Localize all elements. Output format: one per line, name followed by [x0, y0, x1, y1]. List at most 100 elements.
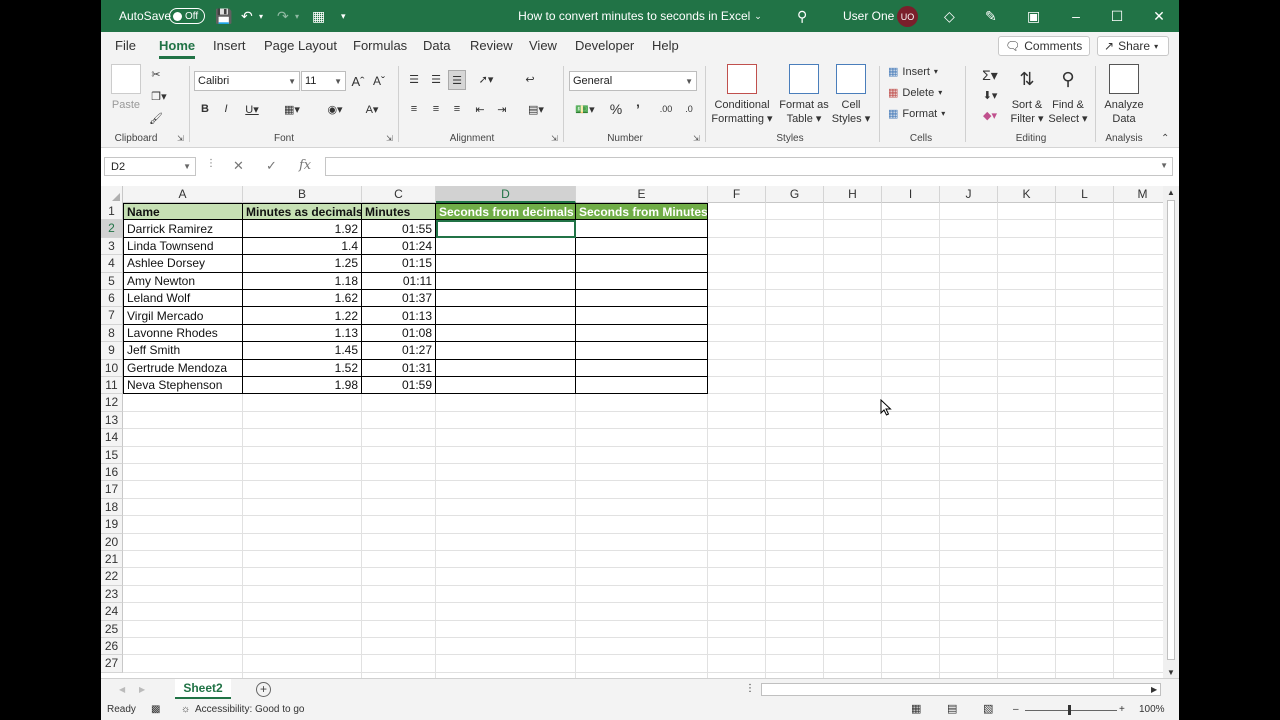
cell-c8[interactable]: 01:08	[362, 324, 436, 343]
row-header-7[interactable]: 7	[101, 307, 123, 325]
redo-icon[interactable]: ↷	[277, 0, 289, 32]
bold-icon[interactable]: B	[198, 100, 212, 118]
cell-e5[interactable]	[576, 272, 708, 290]
cell-c11[interactable]: 01:59	[362, 377, 436, 395]
cell-d6[interactable]	[436, 290, 576, 308]
cell-d1[interactable]: Seconds from decimals	[436, 203, 576, 221]
column-header-k[interactable]: K	[998, 186, 1056, 203]
cell-styles-button[interactable]: Cell Styles ▾	[828, 64, 874, 126]
comma-style-icon[interactable]: ’	[631, 100, 645, 118]
row-header-9[interactable]: 9	[101, 342, 123, 360]
row-header-26[interactable]: 26	[101, 638, 123, 656]
column-header-h[interactable]: H	[824, 186, 882, 203]
row-header-15[interactable]: 15	[101, 446, 123, 464]
cut-icon[interactable]: ✂	[149, 66, 163, 82]
customize-qat-icon[interactable]: ▾	[341, 0, 346, 32]
enter-icon[interactable]: ✓	[266, 158, 277, 174]
dialog-launcher-icon[interactable]: ⇲	[386, 134, 393, 143]
tab-data[interactable]: Data	[423, 38, 450, 53]
page-layout-view-icon[interactable]: ▤	[947, 702, 957, 715]
next-sheet-icon[interactable]: ▶	[139, 685, 145, 694]
zoom-slider-thumb[interactable]	[1068, 705, 1071, 715]
tab-developer[interactable]: Developer	[575, 38, 634, 53]
formula-input[interactable]: ▼	[325, 157, 1173, 176]
cell-d10[interactable]	[436, 359, 576, 377]
decrease-indent-icon[interactable]: ⇤	[472, 100, 488, 118]
worksheet-grid[interactable]: ABCDEFGHIJKLM 1 2 3 4 5 6 7 8 9 10 11 12 13 14 15 16 17 1…	[101, 186, 1163, 678]
insert-function-icon[interactable]: fx	[299, 158, 311, 173]
decrease-decimal-icon[interactable]: .0	[679, 100, 699, 118]
column-header-d[interactable]: D	[436, 186, 576, 203]
autosave-toggle[interactable]: Off	[169, 8, 205, 24]
maximize-icon[interactable]: ☐	[1097, 0, 1137, 32]
cell-b11[interactable]: 1.98	[243, 377, 362, 395]
cell-a1[interactable]: Name	[123, 203, 243, 221]
row-header-18[interactable]: 18	[101, 498, 123, 517]
cell-b9[interactable]: 1.45	[243, 342, 362, 360]
cell-b7[interactable]: 1.22	[243, 307, 362, 325]
cell-c10[interactable]: 01:31	[362, 359, 436, 377]
row-header-11[interactable]: 11	[101, 377, 123, 395]
underline-icon[interactable]: U▾	[240, 100, 264, 118]
column-header-e[interactable]: E	[576, 186, 708, 203]
column-header-m[interactable]: M	[1114, 186, 1163, 203]
cell-a11[interactable]: Neva Stephenson	[123, 377, 243, 395]
row-header-17[interactable]: 17	[101, 481, 123, 499]
insert-cells-button[interactable]: ▦ Insert ▾	[888, 65, 938, 79]
dialog-launcher-icon[interactable]: ⇲	[693, 134, 700, 143]
cell-a5[interactable]: Amy Newton	[123, 272, 243, 290]
accessibility-icon[interactable]: ☼	[181, 704, 190, 715]
undo-dropdown-icon[interactable]: ▾	[259, 0, 263, 32]
cell-d2[interactable]	[436, 220, 576, 238]
align-left-icon[interactable]: ≡	[406, 100, 422, 118]
row-header-1[interactable]: 1	[101, 203, 123, 221]
cell-b2[interactable]: 1.92	[243, 220, 362, 238]
format-cells-button[interactable]: ▦ Format ▾	[888, 107, 945, 121]
undo-icon[interactable]: ↶	[241, 0, 253, 32]
row-header-20[interactable]: 20	[101, 533, 123, 551]
tab-insert[interactable]: Insert	[213, 38, 246, 53]
add-sheet-icon[interactable]: +	[256, 682, 271, 697]
row-header-10[interactable]: 10	[101, 359, 123, 377]
tab-file[interactable]: File	[115, 38, 136, 53]
number-format-select[interactable]: General ▼	[569, 71, 697, 91]
column-header-c[interactable]: C	[362, 186, 436, 203]
cell-a7[interactable]: Virgil Mercado	[123, 307, 243, 325]
macro-record-icon[interactable]: ▩	[151, 704, 160, 715]
cell-e10[interactable]	[576, 359, 708, 377]
row-header-3[interactable]: 3	[101, 237, 123, 256]
row-header-16[interactable]: 16	[101, 464, 123, 482]
cell-c5[interactable]: 01:11	[362, 272, 436, 290]
pen-icon[interactable]: ✎	[985, 0, 997, 32]
row-header-21[interactable]: 21	[101, 551, 123, 569]
fill-color-icon[interactable]: ◉▾	[322, 100, 348, 118]
form-icon[interactable]: ▦	[312, 0, 325, 32]
row-header-27[interactable]: 27	[101, 655, 123, 673]
save-icon[interactable]: 💾	[215, 0, 232, 32]
orientation-icon[interactable]: ➚▾	[473, 70, 499, 88]
page-break-view-icon[interactable]: ▧	[983, 702, 993, 715]
cell-a8[interactable]: Lavonne Rhodes	[123, 324, 243, 343]
tab-view[interactable]: View	[529, 38, 557, 53]
cell-d8[interactable]	[436, 324, 576, 343]
tab-review[interactable]: Review	[470, 38, 513, 53]
cell-a9[interactable]: Jeff Smith	[123, 342, 243, 360]
merge-center-icon[interactable]: ▤▾	[522, 100, 550, 118]
search-icon[interactable]: ⚲	[797, 0, 807, 32]
close-icon[interactable]: ✕	[1139, 0, 1179, 32]
cell-d7[interactable]	[436, 307, 576, 325]
paste-button[interactable]: Paste	[111, 64, 141, 112]
font-color-icon[interactable]: A▾	[359, 100, 385, 118]
cell-a3[interactable]: Linda Townsend	[123, 237, 243, 256]
column-header-f[interactable]: F	[708, 186, 766, 203]
align-center-icon[interactable]: ≡	[428, 100, 444, 118]
row-header-5[interactable]: 5	[101, 272, 123, 290]
cell-c4[interactable]: 01:15	[362, 255, 436, 273]
increase-decimal-icon[interactable]: .00	[656, 100, 676, 118]
select-all-button[interactable]	[101, 186, 123, 203]
dialog-launcher-icon[interactable]: ⇲	[551, 134, 558, 143]
ribbon-display-icon[interactable]: ▣	[1027, 0, 1040, 32]
avatar[interactable]: UO	[897, 6, 918, 27]
cell-b1[interactable]: Minutes as decimals	[243, 203, 362, 221]
percent-icon[interactable]: %	[608, 100, 624, 118]
